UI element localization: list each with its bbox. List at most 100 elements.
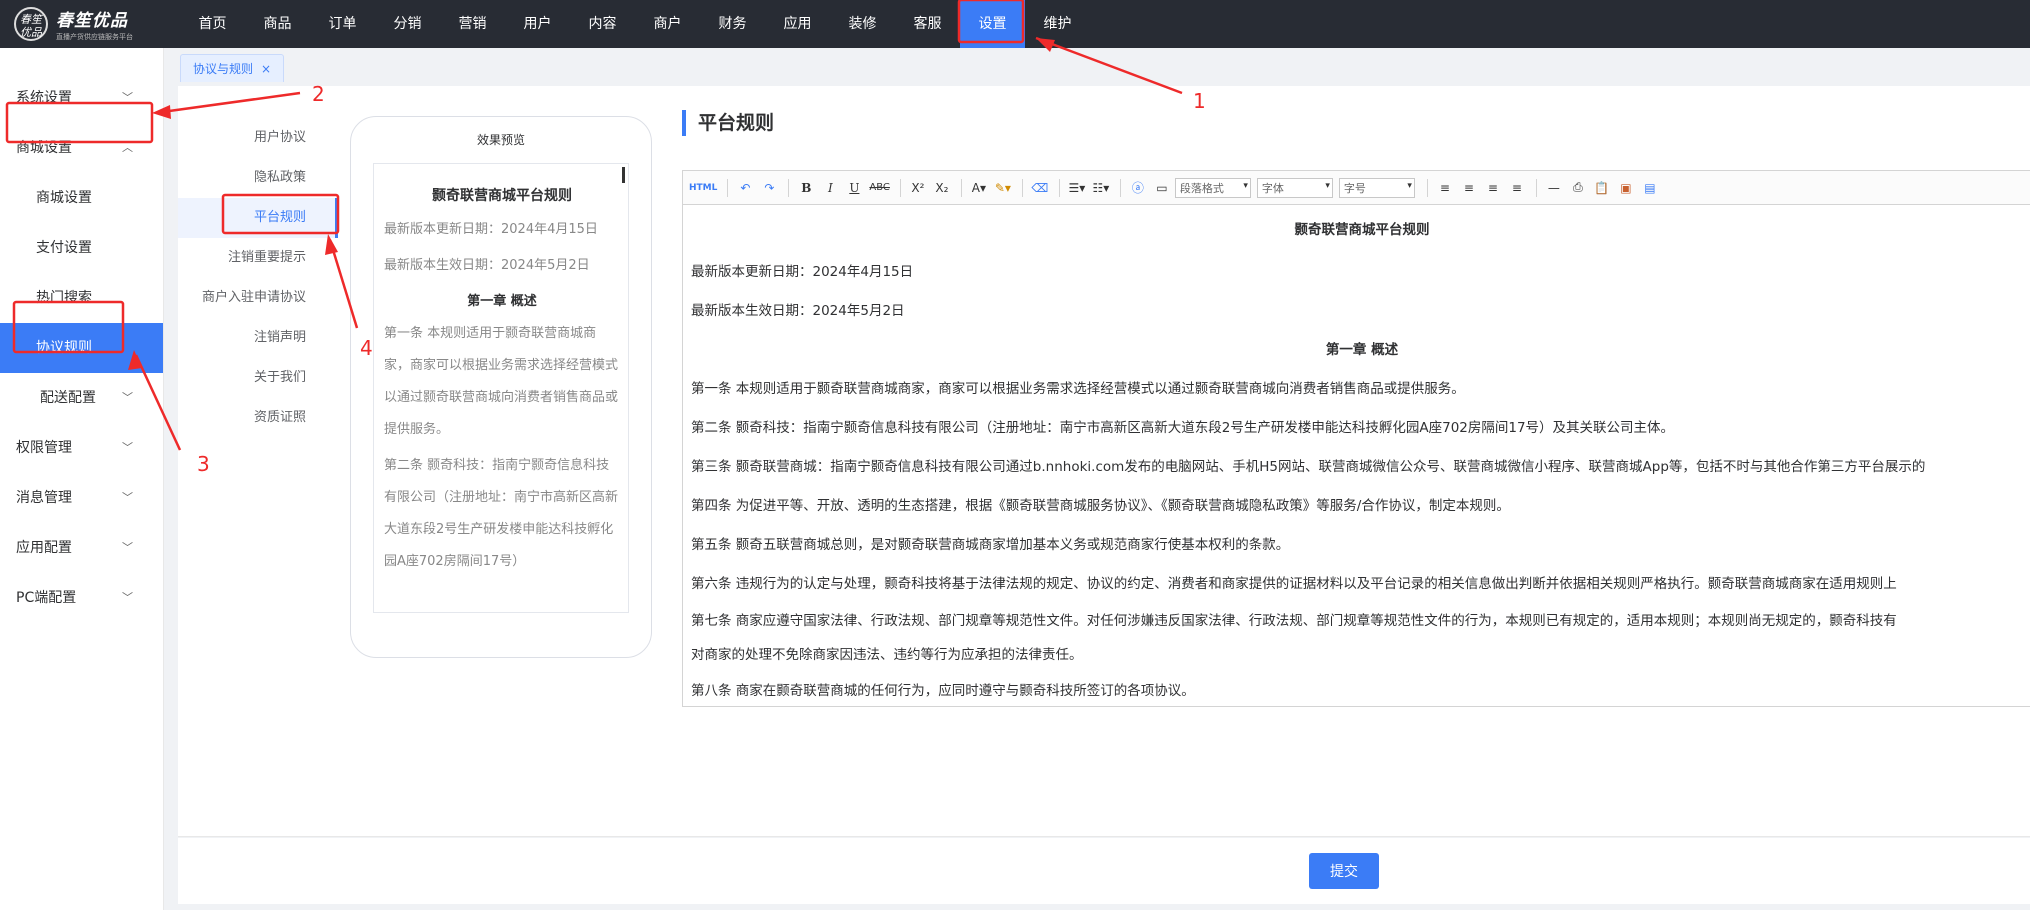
phone-preview: 效果预览 颢奇联营商城平台规则 最新版本更新日期：2024年4月15日 最新版本… xyxy=(350,116,652,658)
editor-body[interactable]: 颢奇联营商城平台规则 最新版本更新日期：2024年4月15日 最新版本生效日期：… xyxy=(683,205,2030,706)
sidebar-group-pc-config[interactable]: PC端配置 ﹀ xyxy=(0,573,163,623)
sidebar-group-system-settings[interactable]: 系统设置 ﹀ xyxy=(0,73,163,123)
main-menu: 首页 商品 订单 分销 营销 用户 内容 商户 财务 应用 装修 客服 设置 维… xyxy=(180,0,1090,48)
agreement-user[interactable]: 用户协议 xyxy=(178,118,338,158)
link-icon[interactable]: ⓐ xyxy=(1127,177,1149,199)
align-center-icon[interactable]: ≡ xyxy=(1458,177,1480,199)
toolbar-divider xyxy=(899,178,901,197)
agreement-merchant-entry[interactable]: 商户入驻申请协议 xyxy=(178,278,338,318)
align-left-icon[interactable]: ≡ xyxy=(1434,177,1456,199)
toolbar-divider xyxy=(1058,178,1060,197)
preview-scrollbar[interactable] xyxy=(622,167,625,183)
nav-distribution[interactable]: 分销 xyxy=(375,0,440,48)
doc-line: 第七条 商家应遵守国家法律、行政法规、部门规章等规范性文件。对任何涉嫌违反国家法… xyxy=(691,613,1897,629)
nav-orders[interactable]: 订单 xyxy=(310,0,375,48)
font-family-select[interactable]: 字体 xyxy=(1256,177,1333,198)
agreement-about-us[interactable]: 关于我们 xyxy=(178,358,338,398)
italic-icon[interactable]: I xyxy=(819,177,841,199)
chevron-down-icon: ﹀ xyxy=(122,541,133,554)
agreement-qualifications[interactable]: 资质证照 xyxy=(178,398,338,438)
close-icon[interactable]: × xyxy=(261,55,271,83)
nav-customer-service[interactable]: 客服 xyxy=(895,0,960,48)
document-icon[interactable]: ▭ xyxy=(1151,177,1173,199)
submit-button[interactable]: 提交 xyxy=(1309,853,1379,889)
editor-toolbar: HTML ↶ ↷ B I U ABC X² X₂ A▾ ✎▾ ⌫ ☰▾ ☷▾ ⓐ… xyxy=(683,171,2030,205)
preview-title: 颢奇联营商城平台规则 xyxy=(432,188,572,204)
eraser-icon[interactable]: ⌫ xyxy=(1029,177,1051,199)
chevron-down-icon: ﹀ xyxy=(122,391,133,404)
nav-apps[interactable]: 应用 xyxy=(765,0,830,48)
doc-line: 最新版本更新日期：2024年4月15日 xyxy=(691,264,914,280)
sidebar-item-hot-search[interactable]: 热门搜索 xyxy=(0,273,163,323)
underline-icon[interactable]: U xyxy=(843,177,865,199)
undo-icon[interactable]: ↶ xyxy=(734,177,756,199)
bold-icon[interactable]: B xyxy=(795,177,817,199)
nav-decoration[interactable]: 装修 xyxy=(830,0,895,48)
chevron-down-icon: ﹀ xyxy=(122,491,133,504)
brand-logo[interactable]: 春笙 优品 春笙优品 直播产货供应链服务平台 xyxy=(14,4,133,44)
doc-line: 第五条 颢奇五联营商城总则，是对颢奇联营商城商家增加基本义务或规范商家行使基本权… xyxy=(691,537,1290,553)
annotation-label: 4 xyxy=(360,336,373,360)
nav-finance[interactable]: 财务 xyxy=(700,0,765,48)
nav-users[interactable]: 用户 xyxy=(505,0,570,48)
paragraph-format-value: 段落格式 xyxy=(1179,181,1224,195)
font-color-icon[interactable]: A▾ xyxy=(968,177,990,199)
superscript-icon[interactable]: X² xyxy=(907,177,929,199)
sidebar-item-delivery-config[interactable]: 配送配置 ﹀ xyxy=(0,373,163,423)
horizontal-rule-icon[interactable]: — xyxy=(1543,177,1565,199)
font-size-select[interactable]: 字号 xyxy=(1338,177,1415,198)
tab-agreements-rules[interactable]: 协议与规则 × xyxy=(180,54,285,83)
page-tabs: 协议与规则 × xyxy=(178,52,2030,82)
toolbar-divider xyxy=(727,178,729,197)
agreement-cancel-notice[interactable]: 注销重要提示 xyxy=(178,238,338,278)
nav-settings[interactable]: 设置 xyxy=(960,0,1025,48)
nav-products[interactable]: 商品 xyxy=(245,0,310,48)
doc-title: 颢奇联营商城平台规则 xyxy=(1294,222,1430,238)
toolbar-divider xyxy=(960,178,962,197)
nav-marketing[interactable]: 营销 xyxy=(440,0,505,48)
sidebar-item-mall-settings[interactable]: 商城设置 xyxy=(0,173,163,223)
ordered-list-icon[interactable]: ☰▾ xyxy=(1066,177,1088,199)
agreement-cancel-statement[interactable]: 注销声明 xyxy=(178,318,338,358)
main-content: 用户协议 隐私政策 平台规则 注销重要提示 商户入驻申请协议 注销声明 关于我们… xyxy=(178,86,2030,837)
chevron-down-icon: ﹀ xyxy=(122,91,133,104)
chevron-down-icon: ﹀ xyxy=(122,441,133,454)
highlight-color-icon[interactable]: ✎▾ xyxy=(992,177,1014,199)
preview-screen[interactable]: 颢奇联营商城平台规则 最新版本更新日期：2024年4月15日 最新版本生效日期：… xyxy=(373,163,629,613)
nav-home[interactable]: 首页 xyxy=(180,0,245,48)
html-source-button[interactable]: HTML xyxy=(687,177,719,199)
nav-merchants[interactable]: 商户 xyxy=(635,0,700,48)
image-icon[interactable]: ▣ xyxy=(1615,177,1637,199)
sidebar-group-app-config[interactable]: 应用配置 ﹀ xyxy=(0,523,163,573)
doc-line: 第三条 颢奇联营商城：指南宁颢奇信息科技有限公司通过b.nnhoki.com发布… xyxy=(691,459,1926,475)
preview-paragraph: 最新版本生效日期：2024年5月2日 xyxy=(384,258,590,273)
nav-maintenance[interactable]: 维护 xyxy=(1025,0,1090,48)
save-icon[interactable]: ▤ xyxy=(1639,177,1661,199)
unordered-list-icon[interactable]: ☷▾ xyxy=(1090,177,1112,199)
rich-text-editor: HTML ↶ ↷ B I U ABC X² X₂ A▾ ✎▾ ⌫ ☰▾ ☷▾ ⓐ… xyxy=(682,170,2030,707)
align-justify-icon[interactable]: ≡ xyxy=(1506,177,1528,199)
logo-mark: 春笙 优品 xyxy=(14,7,48,41)
subscript-icon[interactable]: X₂ xyxy=(931,177,953,199)
sidebar: 系统设置 ﹀ 商城设置 ︿ 商城设置 支付设置 热门搜索 协议规则 配送配置 ﹀… xyxy=(0,48,164,910)
doc-line: 第八条 商家在颢奇联营商城的任何行为，应同时遵守与颢奇科技所签订的各项协议。 xyxy=(691,683,1195,699)
redo-icon[interactable]: ↷ xyxy=(758,177,780,199)
sidebar-group-mall-settings[interactable]: 商城设置 ︿ xyxy=(0,123,163,173)
strikethrough-icon[interactable]: ABC xyxy=(867,177,892,199)
nav-content[interactable]: 内容 xyxy=(570,0,635,48)
agreement-privacy[interactable]: 隐私政策 xyxy=(178,158,338,198)
sidebar-group-messages[interactable]: 消息管理 ﹀ xyxy=(0,473,163,523)
paste-icon[interactable]: 📋 xyxy=(1591,177,1613,199)
preview-chapter: 第一章 概述 xyxy=(467,294,537,309)
doc-chapter: 第一章 概述 xyxy=(1325,342,1399,358)
doc-line: 第六条 违规行为的认定与处理，颢奇科技将基于法律法规的规定、协议的约定、消费者和… xyxy=(691,576,1897,592)
doc-line: 第四条 为促进平等、开放、透明的生态搭建，根据《颢奇联营商城服务协议》、《颢奇联… xyxy=(691,498,1510,514)
paragraph-format-select[interactable]: 段落格式 xyxy=(1174,177,1251,198)
brand-tagline: 直播产货供应链服务平台 xyxy=(56,33,133,41)
agreement-platform-rules[interactable]: 平台规则 xyxy=(178,198,338,238)
align-right-icon[interactable]: ≡ xyxy=(1482,177,1504,199)
print-icon[interactable]: ⎙ xyxy=(1567,177,1589,199)
sidebar-item-agreement-rules[interactable]: 协议规则 xyxy=(0,323,163,373)
sidebar-group-permissions[interactable]: 权限管理 ﹀ xyxy=(0,423,163,473)
sidebar-item-payment-settings[interactable]: 支付设置 xyxy=(0,223,163,273)
